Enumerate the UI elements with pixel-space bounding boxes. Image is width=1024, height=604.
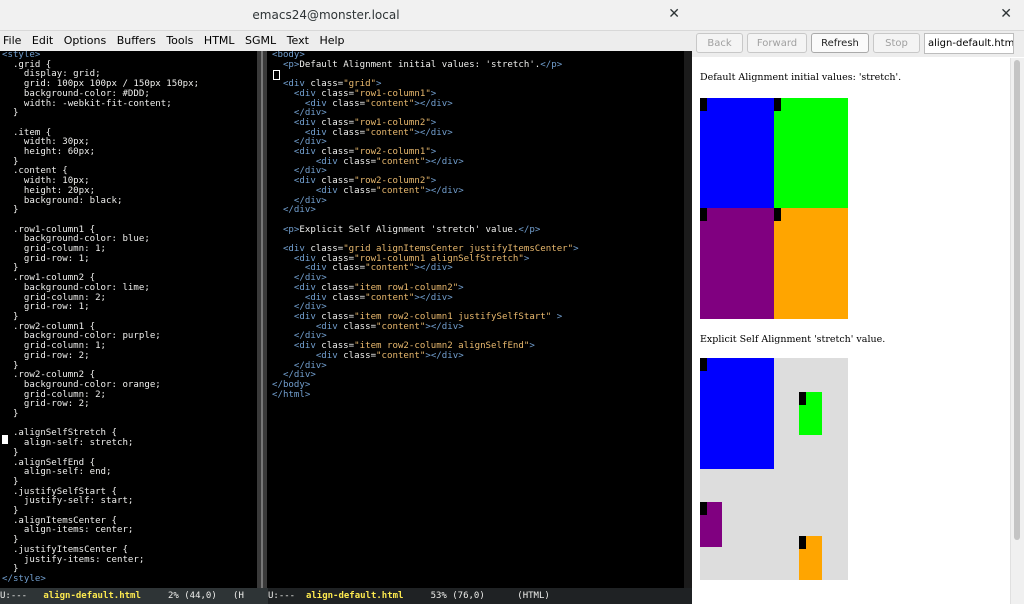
- browser-viewport: Default Alignment initial values: 'stret…: [692, 58, 1010, 604]
- menu-file[interactable]: File: [0, 31, 25, 47]
- emacs-title: emacs24@monster.local: [252, 8, 400, 22]
- modeline-buffer-name: align-default.html: [43, 591, 141, 601]
- stop-button[interactable]: Stop: [873, 33, 920, 53]
- code-editor-left[interactable]: <style> .grid { display: grid; grid: 100…: [0, 51, 255, 588]
- browser-toolbar: Back Forward Refresh Stop align-default.…: [692, 31, 1024, 57]
- grid1-lime-item: [774, 98, 848, 208]
- content-block: [700, 358, 707, 371]
- content-block: [799, 536, 806, 549]
- browser-titlebar: ✕: [692, 0, 1024, 31]
- url-field[interactable]: align-default.html: [924, 33, 1014, 54]
- grid1-purple-item: [700, 208, 774, 319]
- close-icon[interactable]: ✕: [668, 6, 680, 22]
- menu-html[interactable]: HTML: [201, 31, 239, 47]
- paragraph-explicit: Explicit Self Alignment 'stretch' value.: [700, 334, 886, 345]
- content-block: [774, 208, 781, 221]
- text-cursor-hollow: [273, 70, 280, 80]
- modeline-status: U:---: [0, 591, 28, 601]
- scrollbar[interactable]: [684, 51, 692, 588]
- menu-sgml[interactable]: SGML: [242, 31, 280, 47]
- content-block: [700, 502, 707, 515]
- paragraph-default: Default Alignment initial values: 'stret…: [700, 72, 902, 83]
- browser-scrollbar-thumb[interactable]: [1014, 60, 1020, 540]
- modeline-buffer-name: align-default.html: [305, 591, 404, 601]
- scrollbar-thumb[interactable]: [261, 51, 263, 588]
- emacs-window: emacs24@monster.local ✕ File Edit Option…: [0, 0, 692, 604]
- content-block: [700, 98, 707, 111]
- text-cursor: [2, 435, 8, 444]
- menu-edit[interactable]: Edit: [29, 31, 57, 47]
- code-editor-right[interactable]: <body> <p>Default Alignment initial valu…: [270, 51, 692, 588]
- menu-tools[interactable]: Tools: [163, 31, 197, 47]
- menu-buffers[interactable]: Buffers: [114, 31, 160, 47]
- emacs-titlebar: emacs24@monster.local ✕: [0, 0, 692, 31]
- grid1-blue-item: [700, 98, 774, 208]
- modeline-extra: (H: [233, 591, 244, 601]
- grid1-orange-item: [774, 208, 848, 319]
- modeline-left: U:--- align-default.html 2% (44,0) (H: [0, 588, 268, 604]
- menu-text[interactable]: Text: [284, 31, 313, 47]
- refresh-button[interactable]: Refresh: [811, 33, 869, 53]
- close-icon[interactable]: ✕: [1000, 6, 1012, 22]
- menu-help[interactable]: Help: [316, 31, 348, 47]
- modeline-position: 2% (44,0): [168, 591, 217, 601]
- grid2-blue-item: [700, 358, 774, 469]
- modeline-right: U:--- align-default.html 53% (76,0) (HTM…: [268, 588, 692, 604]
- menu-options[interactable]: Options: [61, 31, 110, 47]
- modeline-mode: (HTML): [517, 591, 550, 601]
- browser-window: ✕ Back Forward Refresh Stop align-defaul…: [692, 0, 1024, 604]
- back-button[interactable]: Back: [696, 33, 743, 53]
- modeline-position: 53% (76,0): [430, 591, 485, 601]
- modeline-status: U:---: [268, 591, 296, 601]
- emacs-menubar: File Edit Options Buffers Tools HTML SGM…: [0, 31, 692, 51]
- forward-button[interactable]: Forward: [747, 33, 807, 53]
- content-block: [700, 208, 707, 221]
- content-block: [774, 98, 781, 111]
- content-block: [799, 392, 806, 405]
